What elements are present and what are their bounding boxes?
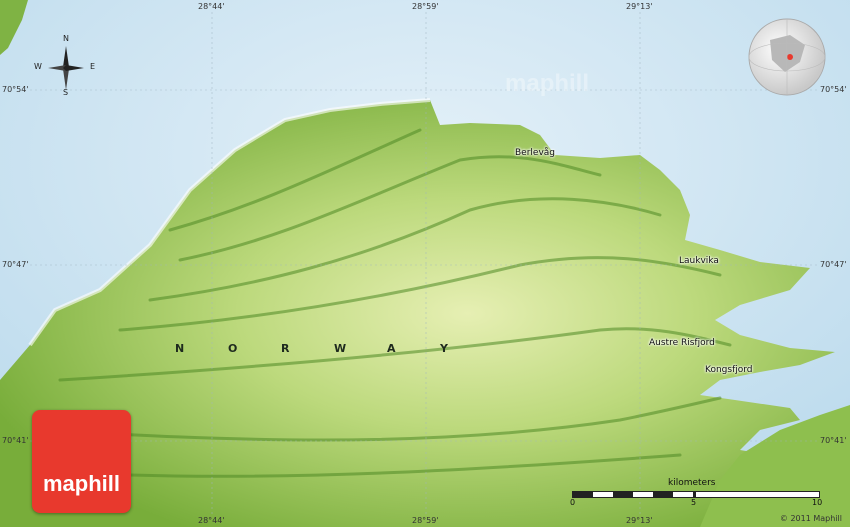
- place-austre-risfjord[interactable]: Austre Risfjord: [649, 338, 715, 348]
- lat-tick-right-2: 70°47': [820, 260, 847, 269]
- logo-text: maphill: [42, 471, 120, 496]
- lat-tick-right-3: 70°41': [820, 436, 847, 445]
- locator-globe: [748, 18, 826, 96]
- country-letter: A: [387, 342, 396, 355]
- scale-bar: kilometers 0 5 10: [568, 478, 822, 514]
- lat-tick-left-3: 70°41': [2, 436, 29, 445]
- lat-tick-left-1: 70°54': [2, 85, 29, 94]
- country-letter: O: [228, 342, 238, 355]
- lon-tick-top-1: 28°44': [198, 2, 225, 11]
- scale-label-5: 5: [691, 498, 697, 507]
- lon-tick-top-3: 29°13': [626, 2, 653, 11]
- lat-tick-right-1: 70°54': [820, 85, 847, 94]
- lon-tick-bottom-2: 28°59': [412, 516, 439, 525]
- country-letter: R: [281, 342, 290, 355]
- compass-s: S: [63, 88, 69, 97]
- compass-w: W: [34, 62, 42, 71]
- country-letter: N: [175, 342, 185, 355]
- watermark: maphill: [505, 70, 590, 97]
- compass-rose: N S E W: [34, 34, 96, 98]
- place-berlevag[interactable]: Berlevåg: [515, 148, 555, 158]
- lon-tick-bottom-1: 28°44': [198, 516, 225, 525]
- country-letter: Y: [440, 342, 448, 355]
- maphill-logo[interactable]: maphill: [32, 410, 131, 513]
- scale-label-10: 10: [812, 498, 823, 507]
- scale-ruler: [572, 491, 820, 498]
- compass-n: N: [63, 34, 69, 43]
- lon-tick-top-2: 28°59': [412, 2, 439, 11]
- scale-title: kilometers: [668, 478, 716, 488]
- place-laukvika[interactable]: Laukvika: [679, 256, 719, 266]
- country-letter: W: [334, 342, 347, 355]
- scale-label-0: 0: [570, 498, 576, 507]
- lat-tick-left-2: 70°47': [2, 260, 29, 269]
- country-label: NORWAY: [175, 342, 493, 355]
- compass-e: E: [90, 62, 96, 71]
- copyright: © 2011 Maphill: [779, 514, 842, 523]
- lon-tick-bottom-3: 29°13': [626, 516, 653, 525]
- place-kongsfjord[interactable]: Kongsfjord: [705, 365, 753, 375]
